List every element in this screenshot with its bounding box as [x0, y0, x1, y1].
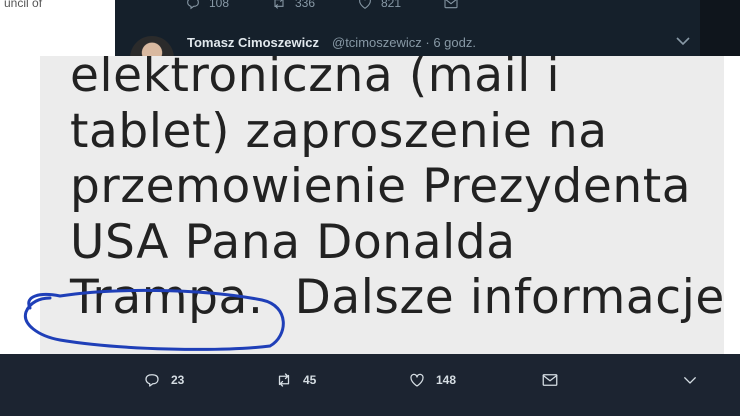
chevron-down-icon[interactable] — [676, 36, 690, 46]
mail-icon — [542, 374, 558, 386]
prev-message-button[interactable] — [443, 0, 529, 11]
image-text: elektroniczna (mail i tablet) zaproszeni… — [70, 56, 730, 326]
more-options-button[interactable] — [681, 371, 699, 389]
reply-icon — [145, 374, 159, 387]
tweet-header: Tomasz Cimoszewicz @tcimoszewicz · 6 god… — [130, 30, 700, 80]
right-edge-panel — [700, 0, 740, 56]
sidebar-text: uncil of — [4, 0, 43, 10]
image-text-line: USA Pana Donalda — [70, 214, 516, 270]
tweet-image[interactable]: elektroniczna (mail i tablet) zaproszeni… — [0, 56, 740, 354]
sidebar-panel: uncil of — [0, 0, 115, 56]
like-icon — [410, 373, 424, 387]
like-icon — [359, 0, 371, 9]
prev-reply-button[interactable]: 108 — [185, 0, 271, 11]
reply-count: 23 — [171, 373, 185, 387]
retweet-button[interactable]: 45 — [275, 371, 316, 389]
like-count: 148 — [436, 373, 457, 387]
direct-message-button[interactable] — [541, 371, 559, 389]
prev-like-button[interactable]: 821 — [357, 0, 443, 11]
like-button[interactable]: 148 — [408, 371, 456, 389]
prev-retweet-count: 336 — [295, 0, 316, 10]
retweet-icon — [278, 373, 290, 387]
chevron-down-icon — [684, 377, 696, 384]
image-text-line: przemowienie Prezydenta — [70, 159, 692, 214]
retweet-count: 45 — [303, 373, 317, 387]
author-name[interactable]: Tomasz Cimoszewicz — [187, 35, 319, 50]
previous-tweet-actions: 108 336 821 — [185, 0, 529, 12]
retweet-icon — [274, 0, 284, 9]
image-text-line: Trampa. Dalsze informacje — [70, 270, 725, 325]
tweet-action-bar: 23 45 148 — [0, 354, 740, 416]
reply-icon — [187, 0, 199, 10]
image-text-line: tablet) zaproszenie na — [70, 103, 608, 159]
prev-like-count: 821 — [381, 0, 402, 10]
mail-icon — [444, 0, 458, 9]
reply-button[interactable]: 23 — [143, 371, 184, 389]
author-handle[interactable]: @tcimoszewicz · 6 godz. — [332, 35, 476, 50]
prev-retweet-button[interactable]: 336 — [271, 0, 357, 11]
prev-reply-count: 108 — [209, 0, 230, 10]
image-text-line: elektroniczna (mail i — [70, 56, 561, 103]
